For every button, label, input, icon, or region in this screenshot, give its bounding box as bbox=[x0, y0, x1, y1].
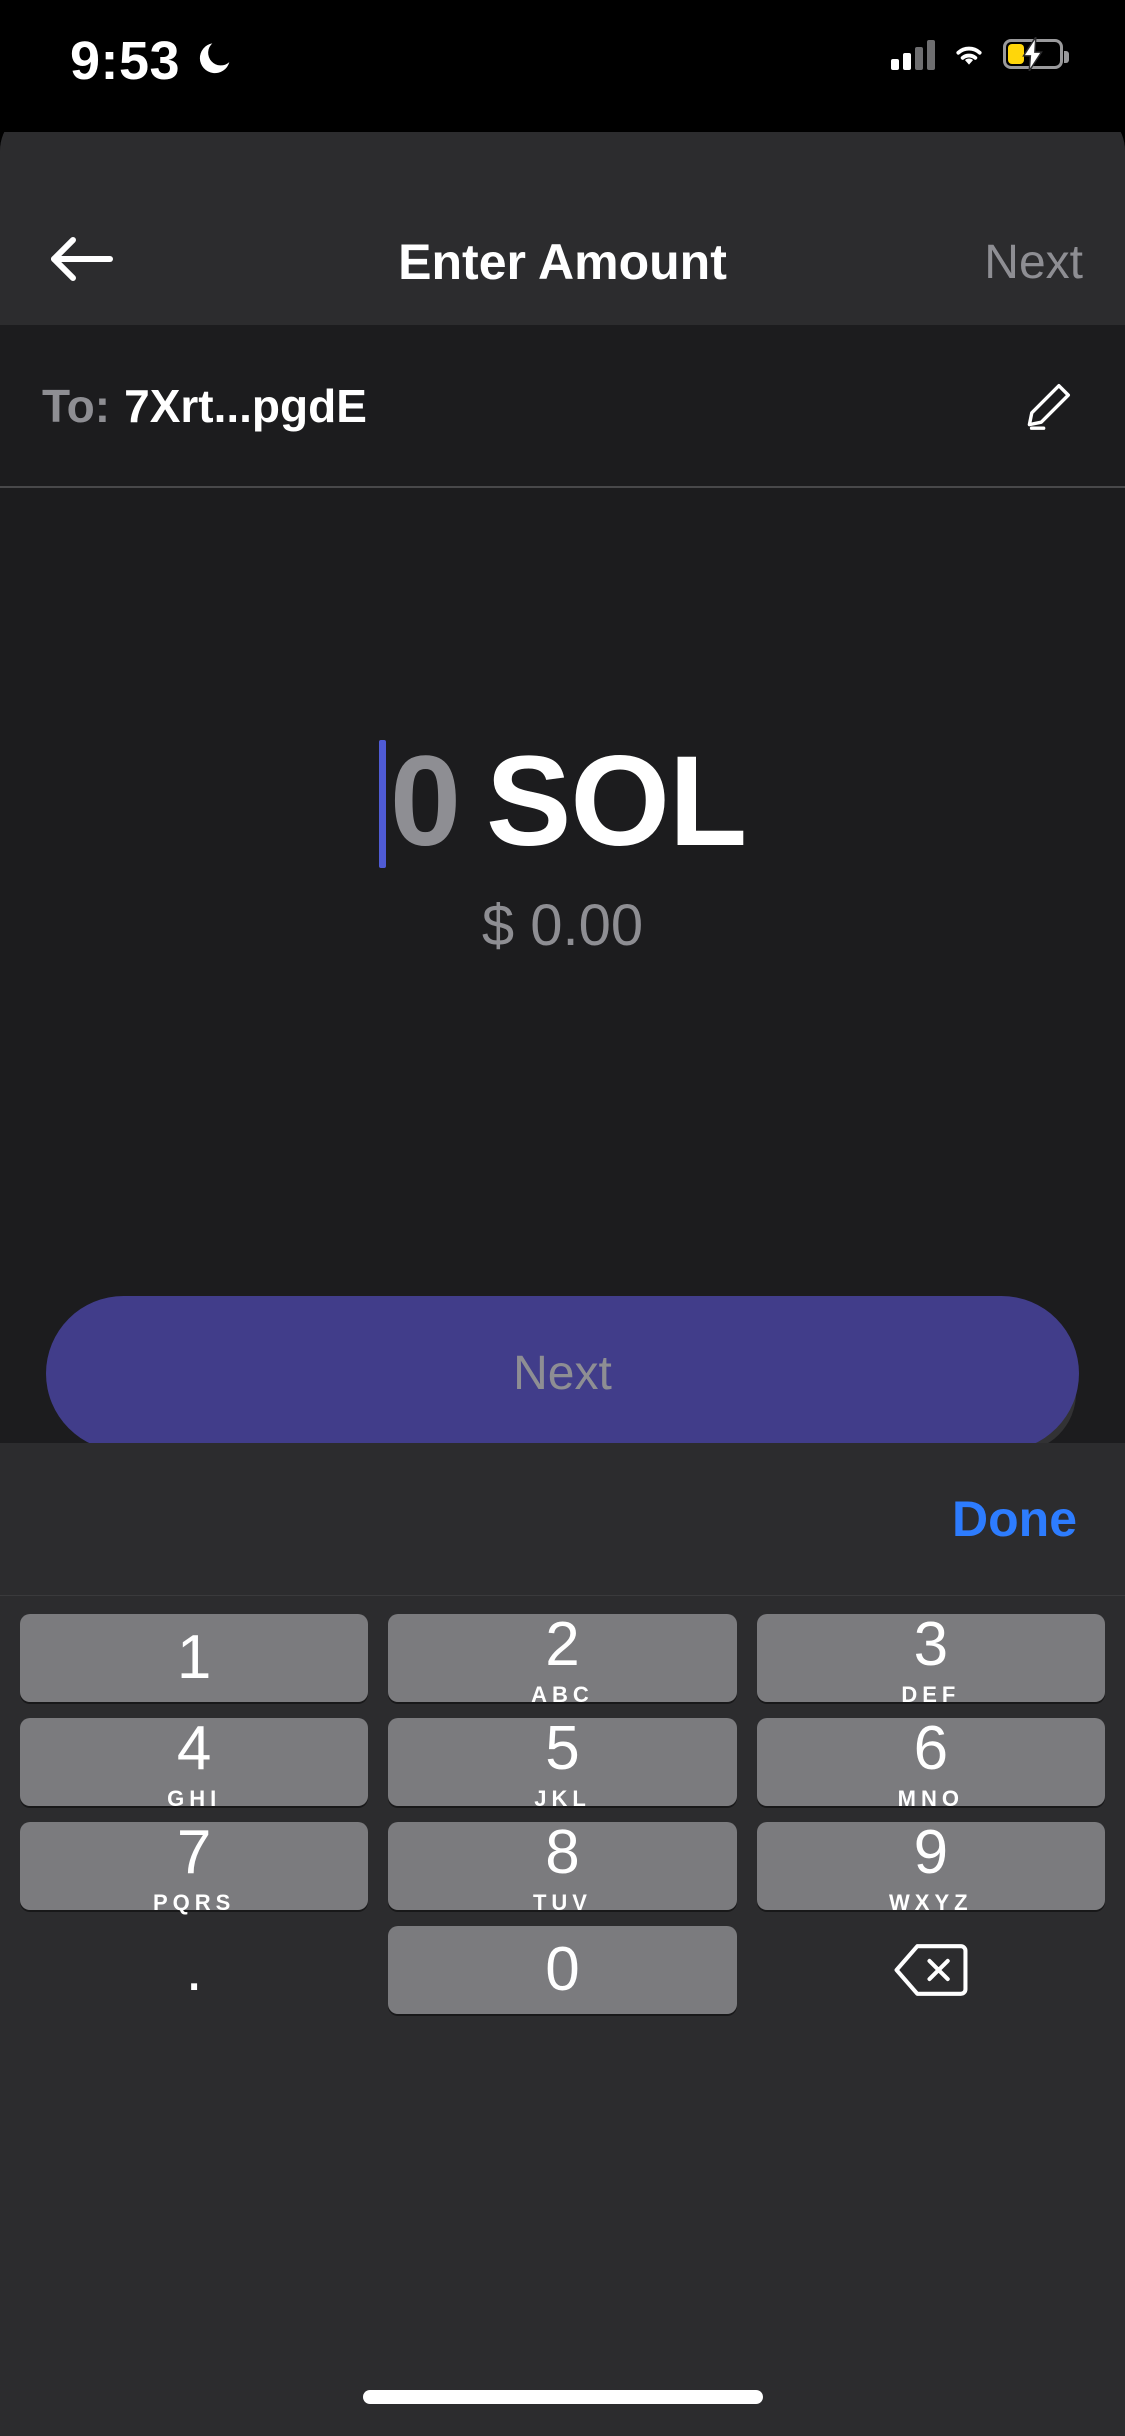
amount-row: 0 SOL bbox=[0, 730, 1125, 873]
recipient-row[interactable]: To: 7Xrt...pgdE bbox=[0, 325, 1125, 488]
key-8[interactable]: 8 TUV bbox=[388, 1818, 737, 1914]
keypad-row: 4 GHI 5 JKL 6 MNO bbox=[10, 1710, 1115, 1814]
key-cell: 5 JKL bbox=[388, 1714, 737, 1810]
numeric-keyboard: Done 1 2 ABC 3 DEF 4 GHI 5 JKL 6 MNO 7 P… bbox=[0, 1443, 1125, 2436]
key-cell: 4 GHI bbox=[20, 1714, 369, 1810]
status-bar-time: 9:53 bbox=[70, 31, 181, 91]
key-4[interactable]: 4 GHI bbox=[20, 1714, 369, 1810]
recipient-label: To: bbox=[42, 379, 111, 432]
fiat-equivalent: $ 0.00 bbox=[481, 893, 644, 958]
key-cell: 2 ABC bbox=[388, 1610, 737, 1706]
key-digit: 5 bbox=[545, 1714, 580, 1783]
key-digit: 4 bbox=[176, 1714, 212, 1783]
status-bar: 9:53 bbox=[0, 0, 1125, 132]
key-7[interactable]: 7 PQRS bbox=[20, 1818, 369, 1914]
key-digit: 2 bbox=[545, 1610, 580, 1679]
amount-entry-area[interactable]: 0 SOL $ 0.00 bbox=[0, 488, 1125, 1452]
key-letters: PQRS bbox=[152, 1890, 236, 1915]
key-backspace[interactable] bbox=[757, 1926, 1105, 2014]
key-decimal[interactable]: . bbox=[20, 1926, 368, 2014]
key-9[interactable]: 9 WXYZ bbox=[756, 1818, 1105, 1914]
key-0[interactable]: 0 bbox=[388, 1926, 737, 2014]
key-letters: GHI bbox=[167, 1786, 222, 1811]
key-1[interactable]: 1 bbox=[20, 1614, 369, 1702]
key-letters: ABC bbox=[531, 1682, 594, 1707]
key-cell: 6 MNO bbox=[756, 1714, 1105, 1810]
key-cell: 1 bbox=[20, 1614, 369, 1702]
key-letters: TUV bbox=[532, 1890, 592, 1915]
page-title: Enter Amount bbox=[398, 234, 727, 290]
home-indicator bbox=[362, 2390, 763, 2404]
key-letters: WXYZ bbox=[889, 1890, 973, 1915]
navigation-bar: Enter Amount Next bbox=[0, 107, 1125, 325]
edit-recipient-button[interactable] bbox=[1019, 377, 1077, 435]
keyboard-done-button[interactable]: Done bbox=[952, 1490, 1077, 1548]
wifi-icon bbox=[956, 46, 982, 65]
key-letters: MNO bbox=[897, 1786, 964, 1811]
key-cell bbox=[757, 1926, 1105, 2014]
key-digit: 1 bbox=[176, 1623, 212, 1692]
moon-icon bbox=[199, 43, 230, 74]
recipient-address: 7Xrt...pgdE bbox=[124, 379, 367, 432]
key-digit: . bbox=[185, 1934, 203, 2004]
key-letters: JKL bbox=[534, 1786, 591, 1811]
keypad-row: 1 2 ABC 3 DEF bbox=[10, 1606, 1115, 1710]
key-digit: 8 bbox=[545, 1818, 580, 1887]
key-digit: 6 bbox=[913, 1714, 949, 1783]
key-5[interactable]: 5 JKL bbox=[388, 1714, 737, 1810]
battery-charging-icon bbox=[1003, 37, 1069, 71]
key-digit: 7 bbox=[176, 1818, 212, 1887]
charging-bolt-icon bbox=[1022, 37, 1043, 71]
keypad: 1 2 ABC 3 DEF 4 GHI 5 JKL 6 MNO 7 PQRS 8… bbox=[0, 1596, 1125, 2022]
next-primary-button[interactable]: Next bbox=[46, 1296, 1079, 1451]
key-cell: . bbox=[20, 1926, 368, 2014]
amount-value: 0 bbox=[389, 730, 461, 873]
text-cursor-caret bbox=[378, 740, 386, 868]
key-digit: 9 bbox=[913, 1818, 949, 1887]
key-digit: 0 bbox=[545, 1935, 580, 2004]
key-cell: 8 TUV bbox=[388, 1818, 737, 1914]
key-letters: DEF bbox=[901, 1682, 961, 1707]
status-bar-indicators bbox=[891, 37, 1069, 71]
keypad-row: 7 PQRS 8 TUV 9 WXYZ bbox=[10, 1814, 1115, 1918]
amount-currency-symbol: SOL bbox=[486, 730, 747, 873]
key-cell: 9 WXYZ bbox=[756, 1818, 1105, 1914]
key-cell: 0 bbox=[388, 1926, 737, 2014]
key-cell: 7 PQRS bbox=[20, 1818, 369, 1914]
backspace-delete-icon bbox=[894, 1944, 968, 1996]
keyboard-accessory-bar: Done bbox=[0, 1443, 1125, 1596]
key-3[interactable]: 3 DEF bbox=[756, 1610, 1105, 1706]
key-2[interactable]: 2 ABC bbox=[388, 1610, 737, 1706]
enter-amount-sheet: Enter Amount Next To: 7Xrt...pgdE 0 SOL … bbox=[0, 107, 1125, 2436]
key-cell: 3 DEF bbox=[756, 1610, 1105, 1706]
cellular-signal-icon bbox=[891, 38, 935, 70]
key-digit: 3 bbox=[913, 1610, 949, 1679]
pencil-edit-icon bbox=[1027, 383, 1070, 430]
key-6[interactable]: 6 MNO bbox=[756, 1714, 1105, 1810]
keypad-row: . 0 bbox=[10, 1918, 1115, 2022]
nav-next-button[interactable]: Next bbox=[984, 235, 1083, 290]
